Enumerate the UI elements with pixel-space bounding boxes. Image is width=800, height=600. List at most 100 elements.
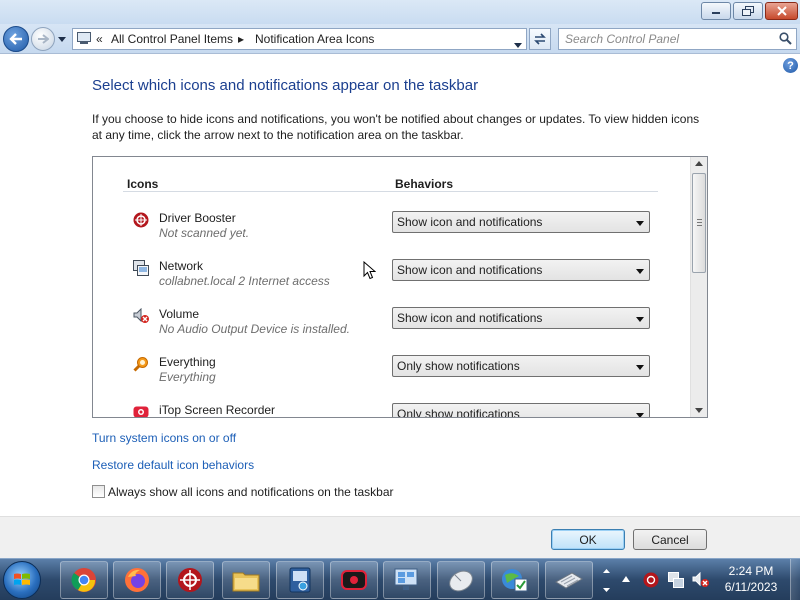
recent-pages-dropdown[interactable] [57,34,67,44]
chevron-down-icon [636,413,644,417]
close-icon [776,6,787,16]
chrome-icon [71,568,96,592]
clock-date: 6/11/2023 [724,580,778,594]
turn-system-icons-link[interactable]: Turn system icons on or off [92,431,236,445]
chevron-up-icon[interactable] [603,568,610,573]
chevron-down-icon [636,365,644,370]
list-item: Network collabnet.local 2 Internet acces… [93,257,688,305]
everything-search-icon [133,356,149,372]
item-name: Volume [159,307,200,321]
list-item: Volume No Audio Output Device is install… [93,305,688,353]
windows-logo-icon [14,573,30,585]
item-detail: No Audio Output Device is installed. [159,322,350,336]
taskbar-network-settings[interactable] [383,561,431,599]
restore-icon [742,6,754,16]
item-name: Network [159,259,204,273]
list-item: Everything Everything Only show notifica… [93,353,688,401]
title-bar [0,0,800,24]
behavior-dropdown[interactable]: Only show notifications [392,355,650,377]
taskbar-driver-booster[interactable] [166,561,214,599]
taskbar-file-explorer[interactable] [222,561,270,599]
restore-default-behaviors-link[interactable]: Restore default icon behaviors [92,458,254,472]
driver-booster-icon[interactable] [643,572,659,588]
restore-button[interactable] [733,2,763,20]
taskbar: 2:24 PM 6/11/2023 [0,558,800,600]
show-hidden-icons-arrow[interactable] [622,576,630,582]
column-header-icons: Icons [127,177,159,191]
item-detail: Not scanned yet. [159,226,250,240]
dialog-footer: OK Cancel [0,516,800,558]
item-name: iTop Screen Recorder [159,403,276,417]
behavior-dropdown[interactable]: Only show notifications [392,403,650,417]
behavior-dropdown[interactable]: Show icon and notifications [392,259,650,281]
behavior-value: Only show notifications [397,359,520,373]
close-button[interactable] [765,2,798,20]
breadcrumb-overflow[interactable]: « [96,32,103,46]
control-panel-icon [77,32,91,48]
taskbar-chrome[interactable] [60,561,108,599]
page-description: If you choose to hide icons and notifica… [92,112,700,142]
forward-button[interactable] [31,27,55,51]
minimize-button[interactable] [701,2,731,20]
search-icon[interactable] [779,32,792,48]
scrollbar-thumb[interactable] [692,173,706,273]
control-panel-icon [289,567,311,593]
forward-arrow-icon [38,34,49,44]
back-arrow-icon [9,33,22,45]
cancel-button[interactable]: Cancel [633,529,707,550]
list-item: Driver Booster Not scanned yet. Show ico… [93,209,688,257]
breadcrumb-notification-area-icons[interactable]: Notification Area Icons [255,32,374,46]
page-title: Select which icons and notifications app… [92,77,479,94]
taskbar-firefox[interactable] [113,561,161,599]
start-button[interactable] [3,561,41,599]
always-show-checkbox[interactable] [92,485,105,498]
item-detail: collabnet.local 2 Internet access [159,274,330,288]
help-button[interactable]: ? [783,58,798,73]
list-item: iTop Screen Recorder Only show notificat… [93,401,688,417]
header-divider [123,191,658,192]
driver-booster-icon [133,212,149,228]
vertical-scrollbar[interactable] [690,157,707,417]
taskbar-internet-options[interactable] [491,561,539,599]
itop-recorder-icon [341,570,367,590]
scroll-down-icon[interactable] [695,408,703,413]
back-button[interactable] [3,26,29,52]
search-input[interactable] [565,32,770,46]
show-desktop-button[interactable] [790,559,800,600]
minimize-icon [712,12,720,14]
taskbar-scroll[interactable] [600,561,613,599]
address-dropdown-icon[interactable] [514,37,522,51]
refresh-button[interactable] [529,28,551,50]
ok-button[interactable]: OK [551,529,625,550]
breadcrumb-separator-icon[interactable]: ▸ [238,32,244,46]
file-explorer-icon [232,572,260,592]
search-box[interactable] [558,28,797,50]
mouse-cursor-icon [363,261,376,280]
breadcrumb-all-control-panel-items[interactable]: All Control Panel Items [111,32,233,46]
network-settings-icon [394,568,418,590]
behavior-dropdown[interactable]: Show icon and notifications [392,211,650,233]
notification-icons-list[interactable]: Icons Behaviors Driver Booster Not scann… [92,156,708,418]
taskbar-mouse-settings[interactable] [437,561,485,599]
network-icon [133,260,149,276]
taskbar-keyboard-settings[interactable] [545,561,593,599]
main-content: ? Select which icons and notifications a… [0,55,800,516]
scroll-up-icon[interactable] [695,161,703,166]
keyboard-icon [555,572,583,589]
chevron-down-icon[interactable] [603,587,610,592]
chevron-down-icon [58,36,66,42]
mouse-icon [449,570,473,592]
system-clock[interactable]: 2:24 PM 6/11/2023 [716,563,786,595]
behavior-value: Show icon and notifications [397,263,543,277]
always-show-label[interactable]: Always show all icons and notifications … [108,485,394,499]
help-icon: ? [787,59,794,72]
item-name: Driver Booster [159,211,236,225]
item-name: Everything [159,355,216,369]
taskbar-control-panel[interactable] [276,561,324,599]
network-icon[interactable] [668,572,684,588]
volume-icon[interactable] [692,572,710,588]
taskbar-itop-recorder[interactable] [330,561,378,599]
driver-booster-icon [178,568,202,592]
address-bar[interactable]: « All Control Panel Items ▸ Notification… [72,28,527,50]
behavior-dropdown[interactable]: Show icon and notifications [392,307,650,329]
